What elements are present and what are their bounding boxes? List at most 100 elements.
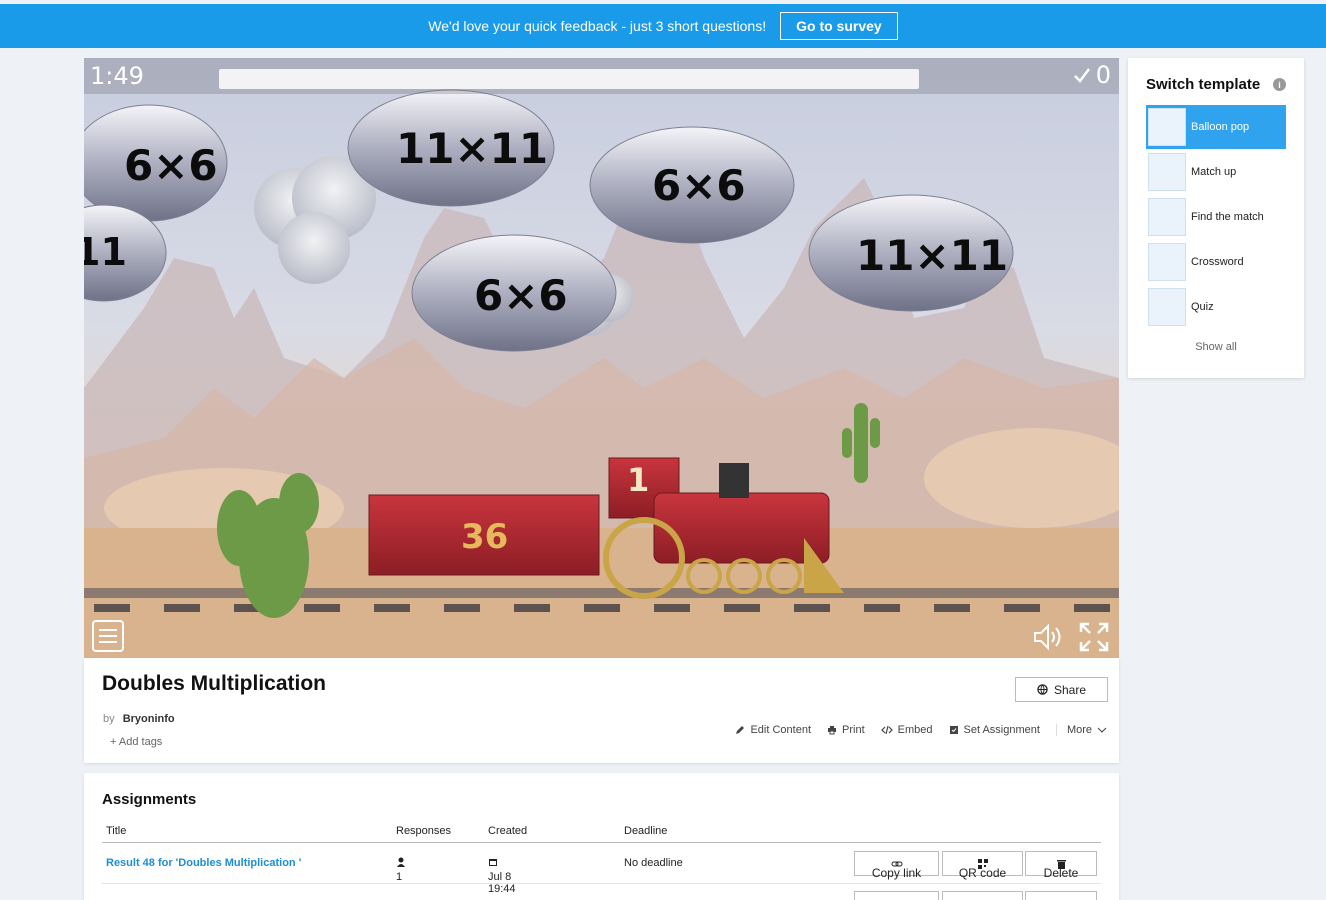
volume-icon[interactable] [1032, 622, 1064, 652]
qr-code-button[interactable]: QR code [942, 851, 1023, 880]
find-the-match-icon [1148, 198, 1186, 236]
deadline-cell: No deadline [624, 857, 683, 869]
embed-button[interactable]: Embed [880, 724, 933, 736]
assignment-icon [949, 726, 958, 734]
info-icon[interactable]: i [1273, 78, 1286, 91]
game-canvas[interactable]: 6×6 11 11×11 6×6 6×6 11×11 36 1 1:49 0 [84, 58, 1119, 658]
template-find-the-match[interactable]: Find the match [1146, 195, 1286, 239]
blimp-3: 11×11 [347, 89, 555, 207]
responses-cell: 1 [396, 857, 406, 883]
by-label: by [103, 713, 115, 725]
column-header-responses: Responses [396, 825, 452, 837]
author-link[interactable]: Bryoninfo [123, 713, 175, 725]
byline: by Bryoninfo [103, 713, 175, 725]
column-header-title: Title [106, 825, 127, 837]
copy-link-label: Copy link [871, 866, 922, 880]
edit-content-button[interactable]: Edit Content [735, 724, 811, 736]
responses-count: 1 [396, 871, 403, 883]
game-scene: 6×6 11 11×11 6×6 6×6 11×11 36 1 [84, 89, 1119, 658]
feedback-banner: We'd love your quick feedback - just 3 s… [0, 4, 1326, 48]
activity-title: Doubles Multiplication [102, 672, 326, 695]
delete-label: Delete [1043, 866, 1079, 880]
activity-info-card: Doubles Multiplication by Bryoninfo + Ad… [84, 658, 1119, 763]
template-label: Quiz [1191, 301, 1214, 313]
blimp-1: 6×6 [84, 104, 228, 222]
switch-template-header: Switch template i [1146, 76, 1286, 93]
blimp-label: 6×6 [124, 141, 218, 190]
wagon-value: 36 [461, 517, 508, 557]
row-button-placeholder[interactable] [942, 891, 1023, 900]
add-tags-link[interactable]: + Add tags [110, 736, 162, 748]
row-button-placeholder[interactable] [1025, 891, 1097, 900]
set-assignment-label: Set Assignment [963, 724, 1040, 736]
row-button-placeholder[interactable] [854, 891, 939, 900]
set-assignment-button[interactable]: Set Assignment [949, 724, 1040, 736]
more-label: More [1066, 724, 1092, 736]
print-label: Print [842, 724, 865, 736]
activity-actions: Edit Content Print Embed Set Assignment … [735, 724, 1107, 736]
copy-link-button[interactable]: Copy link [854, 851, 939, 880]
blimp-label: 11 [84, 230, 127, 274]
embed-label: Embed [897, 724, 933, 736]
assignments-card: Assignments Title Responses Created Dead… [84, 773, 1119, 900]
template-label: Match up [1191, 166, 1237, 178]
add-tags-label: Add tags [118, 736, 163, 748]
globe-icon [1037, 684, 1048, 695]
printer-icon [828, 726, 837, 735]
game-menu-button[interactable] [92, 620, 124, 652]
blimp-5: 6×6 [411, 234, 617, 352]
created-date: Jul 8 19:44 [488, 871, 516, 895]
edit-content-label: Edit Content [750, 724, 812, 736]
column-header-created: Created [488, 825, 528, 837]
template-label: Balloon pop [1191, 121, 1250, 133]
template-balloon-pop[interactable]: Balloon pop [1146, 105, 1286, 149]
switch-template-title: Switch template [1146, 76, 1261, 93]
assignments-table-header: Title Responses Created Deadline [102, 823, 1101, 843]
blimp-label: 11×11 [396, 124, 548, 173]
share-label: Share [1053, 682, 1087, 697]
show-all-link[interactable]: Show all [1146, 341, 1286, 353]
chevron-down-icon [1097, 727, 1107, 733]
print-button[interactable]: Print [827, 724, 865, 736]
quiz-icon [1148, 288, 1186, 326]
column-header-deadline: Deadline [624, 825, 668, 837]
template-quiz[interactable]: Quiz [1146, 285, 1286, 329]
template-label: Crossword [1191, 256, 1244, 268]
share-button[interactable]: Share [1015, 677, 1108, 702]
balloon-pop-icon [1148, 108, 1186, 146]
table-row-partial [854, 891, 1098, 900]
more-menu-button[interactable]: More [1055, 724, 1107, 736]
table-row: Result 48 for 'Doubles Multiplication ' … [102, 843, 1101, 895]
qr-code-label: QR code [958, 866, 1007, 880]
pencil-icon [736, 726, 745, 734]
banner-message: We'd love your quick feedback - just 3 s… [428, 18, 767, 34]
user-icon [397, 857, 405, 867]
template-crossword[interactable]: Crossword [1146, 240, 1286, 284]
locomotive-number: 1 [627, 461, 649, 499]
assignments-title: Assignments [102, 791, 197, 808]
game-timer: 1:49 [90, 62, 144, 90]
template-label: Find the match [1191, 211, 1264, 223]
match-up-icon [1148, 153, 1186, 191]
blimp-4: 6×6 [589, 126, 795, 244]
template-match-up[interactable]: Match up [1146, 150, 1286, 194]
rail-ties [94, 604, 1110, 612]
fullscreen-icon[interactable] [1079, 622, 1109, 652]
blimp-label: 6×6 [474, 271, 568, 320]
progress-bar [219, 69, 919, 89]
blimp-6: 11×11 [808, 194, 1014, 312]
cloud-puff-1 [254, 156, 376, 284]
plus-icon: + [110, 736, 117, 748]
created-cell: Jul 8 19:44 [488, 857, 516, 895]
go-to-survey-button[interactable]: Go to survey [780, 12, 898, 40]
blimp-label: 11×11 [856, 231, 1008, 280]
delete-button[interactable]: Delete [1025, 851, 1097, 880]
switch-template-panel: Switch template i Balloon pop Match up F… [1128, 58, 1304, 378]
score-display: 0 [1072, 61, 1111, 89]
score-value: 0 [1095, 61, 1111, 89]
calendar-icon [489, 859, 497, 866]
blimp-label: 6×6 [652, 161, 746, 210]
code-icon [880, 725, 893, 735]
template-list: Balloon pop Match up Find the match Cros… [1146, 105, 1286, 329]
assignment-title-link[interactable]: Result 48 for 'Doubles Multiplication ' [106, 857, 301, 869]
